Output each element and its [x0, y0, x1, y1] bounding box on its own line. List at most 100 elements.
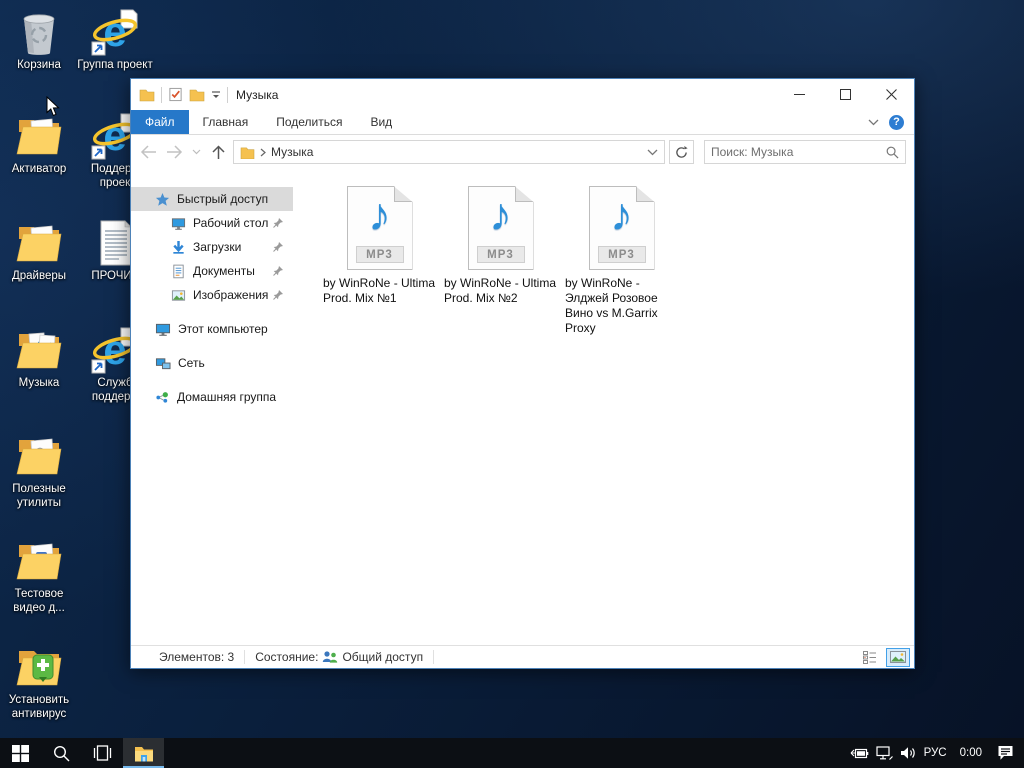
sidebar-item-this-pc[interactable]: Этот компьютер — [131, 317, 293, 341]
forward-arrow-icon — [166, 145, 182, 159]
file-tile[interactable]: ♪ MP3 by WinRoNe - Ultima Prod. Mix №2 — [444, 186, 557, 306]
file-list[interactable]: ♪ MP3 by WinRoNe - Ultima Prod. Mix №1 ♪… — [293, 169, 914, 645]
expand-ribbon-chevron-icon[interactable] — [868, 119, 879, 126]
items-count: Элементов: 3 — [159, 650, 235, 664]
desktop-icon-label: Корзина — [17, 59, 61, 71]
search-box[interactable] — [704, 140, 906, 164]
sidebar-item-homegroup[interactable]: Домашняя группа — [131, 385, 293, 409]
taskbar-search-button[interactable] — [41, 738, 82, 768]
file-explorer-icon — [134, 746, 153, 761]
desktop-icon-group-project[interactable]: e Группа проект — [76, 8, 154, 73]
navigation-pane: Быстрый доступ Рабочий стол Загрузки Док… — [131, 169, 293, 645]
shared-users-icon — [323, 651, 338, 663]
tab-home[interactable]: Главная — [189, 110, 263, 134]
file-name: by WinRoNe - Ultima Prod. Mix №1 — [323, 276, 436, 305]
sidebar-item-label: Загрузки — [193, 240, 242, 254]
folder-icon — [15, 219, 63, 267]
close-icon — [885, 89, 897, 100]
status-bar: Элементов: 3 Состояние: Общий доступ — [131, 645, 914, 668]
title-bar[interactable]: Музыка — [131, 79, 914, 110]
sidebar-item-network[interactable]: Сеть — [131, 351, 293, 375]
desktop-icon-drivers[interactable]: Драйверы — [0, 219, 78, 284]
breadcrumb-location[interactable]: Музыка — [271, 145, 313, 159]
address-dropdown[interactable] — [647, 143, 658, 161]
start-button[interactable] — [0, 738, 41, 768]
close-button[interactable] — [868, 79, 914, 110]
volume-icon[interactable] — [900, 746, 917, 760]
maximize-icon — [839, 89, 851, 100]
network-icon[interactable] — [875, 746, 893, 760]
window-title: Музыка — [236, 87, 279, 102]
svg-text:e: e — [103, 112, 126, 159]
tab-view[interactable]: Вид — [356, 110, 406, 134]
sidebar-item-downloads[interactable]: Загрузки — [131, 235, 293, 259]
pin-icon — [273, 266, 283, 276]
back-button[interactable] — [137, 141, 159, 163]
qat-new-folder-button[interactable] — [189, 87, 205, 103]
help-icon[interactable]: ? — [889, 114, 904, 130]
desktop-icon-install-antivirus[interactable]: Установить антивирус — [0, 643, 78, 721]
battery-icon[interactable] — [849, 747, 869, 760]
desktop-icon-label: Активатор — [11, 163, 67, 175]
recent-locations-dropdown[interactable] — [189, 141, 203, 163]
address-bar-row: Музыка — [131, 135, 914, 169]
refresh-icon — [676, 145, 688, 158]
minimize-button[interactable] — [776, 79, 822, 110]
ribbon-tabs: Файл Главная Поделиться Вид ? — [131, 110, 914, 135]
desktop-icon-label: Установить антивирус — [8, 694, 70, 720]
internet-explorer-shortcut-icon: e — [91, 8, 139, 56]
thumbnail-view-button[interactable] — [886, 647, 910, 667]
desktop-icon-label: Музыка — [18, 377, 60, 389]
sidebar-item-pictures[interactable]: Изображения — [131, 283, 293, 307]
music-note-icon: ♪ — [610, 188, 633, 240]
file-type-badge: MP3 — [355, 246, 404, 263]
downloads-icon — [173, 240, 184, 254]
action-center-icon[interactable] — [997, 745, 1014, 761]
forward-button[interactable] — [163, 141, 185, 163]
qat-properties-button[interactable] — [168, 87, 183, 102]
desktop-icon-recycle-bin[interactable]: Корзина — [0, 8, 78, 73]
search-input[interactable] — [711, 145, 886, 159]
desktop-icon-label: Тестовое видео д... — [13, 588, 65, 614]
desktop-icon-useful-utilities[interactable]: Полезные утилиты — [0, 432, 78, 510]
desktop-icon-music[interactable]: ♪ ♪ Музыка — [0, 326, 78, 391]
explorer-window: Музыка Файл Главная Поделиться Вид ? Муз… — [130, 78, 915, 669]
pin-icon — [273, 290, 283, 300]
qat-customize-dropdown[interactable] — [211, 90, 221, 99]
music-note-icon: ♪ — [368, 188, 391, 240]
this-pc-icon — [155, 323, 171, 336]
file-tile[interactable]: ♪ MP3 by WinRoNe - Элджей Розовое Вино v… — [565, 186, 678, 336]
tab-file[interactable]: Файл — [131, 110, 189, 134]
music-folder-icon: ♪ ♪ — [15, 326, 63, 374]
pin-icon — [273, 218, 283, 228]
state-value: Общий доступ — [342, 650, 424, 664]
svg-text:e: e — [103, 8, 126, 55]
maximize-button[interactable] — [822, 79, 868, 110]
up-button[interactable] — [207, 141, 229, 163]
state-label: Состояние: — [255, 650, 319, 664]
taskbar-explorer-button[interactable] — [123, 738, 164, 768]
sidebar-item-label: Документы — [193, 264, 255, 278]
sidebar-item-quick-access[interactable]: Быстрый доступ — [131, 187, 293, 211]
language-indicator[interactable]: РУС — [924, 747, 947, 759]
task-view-button[interactable] — [82, 738, 123, 768]
sidebar-item-label: Быстрый доступ — [177, 192, 269, 206]
refresh-button[interactable] — [669, 140, 694, 164]
address-bar[interactable]: Музыка — [233, 140, 665, 164]
desktop-icon — [171, 217, 186, 230]
details-view-button[interactable] — [858, 648, 882, 667]
sidebar-item-desktop[interactable]: Рабочий стол — [131, 211, 293, 235]
desktop-icon-test-video[interactable]: Тестовое видео д... — [0, 537, 78, 615]
desktop-icon-label: Группа проект — [77, 59, 153, 71]
up-arrow-icon — [211, 144, 225, 159]
search-icon[interactable] — [886, 146, 899, 159]
file-tile[interactable]: ♪ MP3 by WinRoNe - Ultima Prod. Mix №1 — [323, 186, 436, 306]
separator — [161, 86, 162, 103]
sidebar-item-label: Этот компьютер — [178, 322, 268, 336]
clock[interactable]: 0:00 — [960, 747, 982, 759]
sidebar-item-documents[interactable]: Документы — [131, 259, 293, 283]
desktop-icon-activator[interactable]: Активатор — [0, 112, 78, 177]
separator — [433, 650, 435, 664]
minimize-icon — [793, 94, 805, 95]
tab-share[interactable]: Поделиться — [262, 110, 356, 134]
